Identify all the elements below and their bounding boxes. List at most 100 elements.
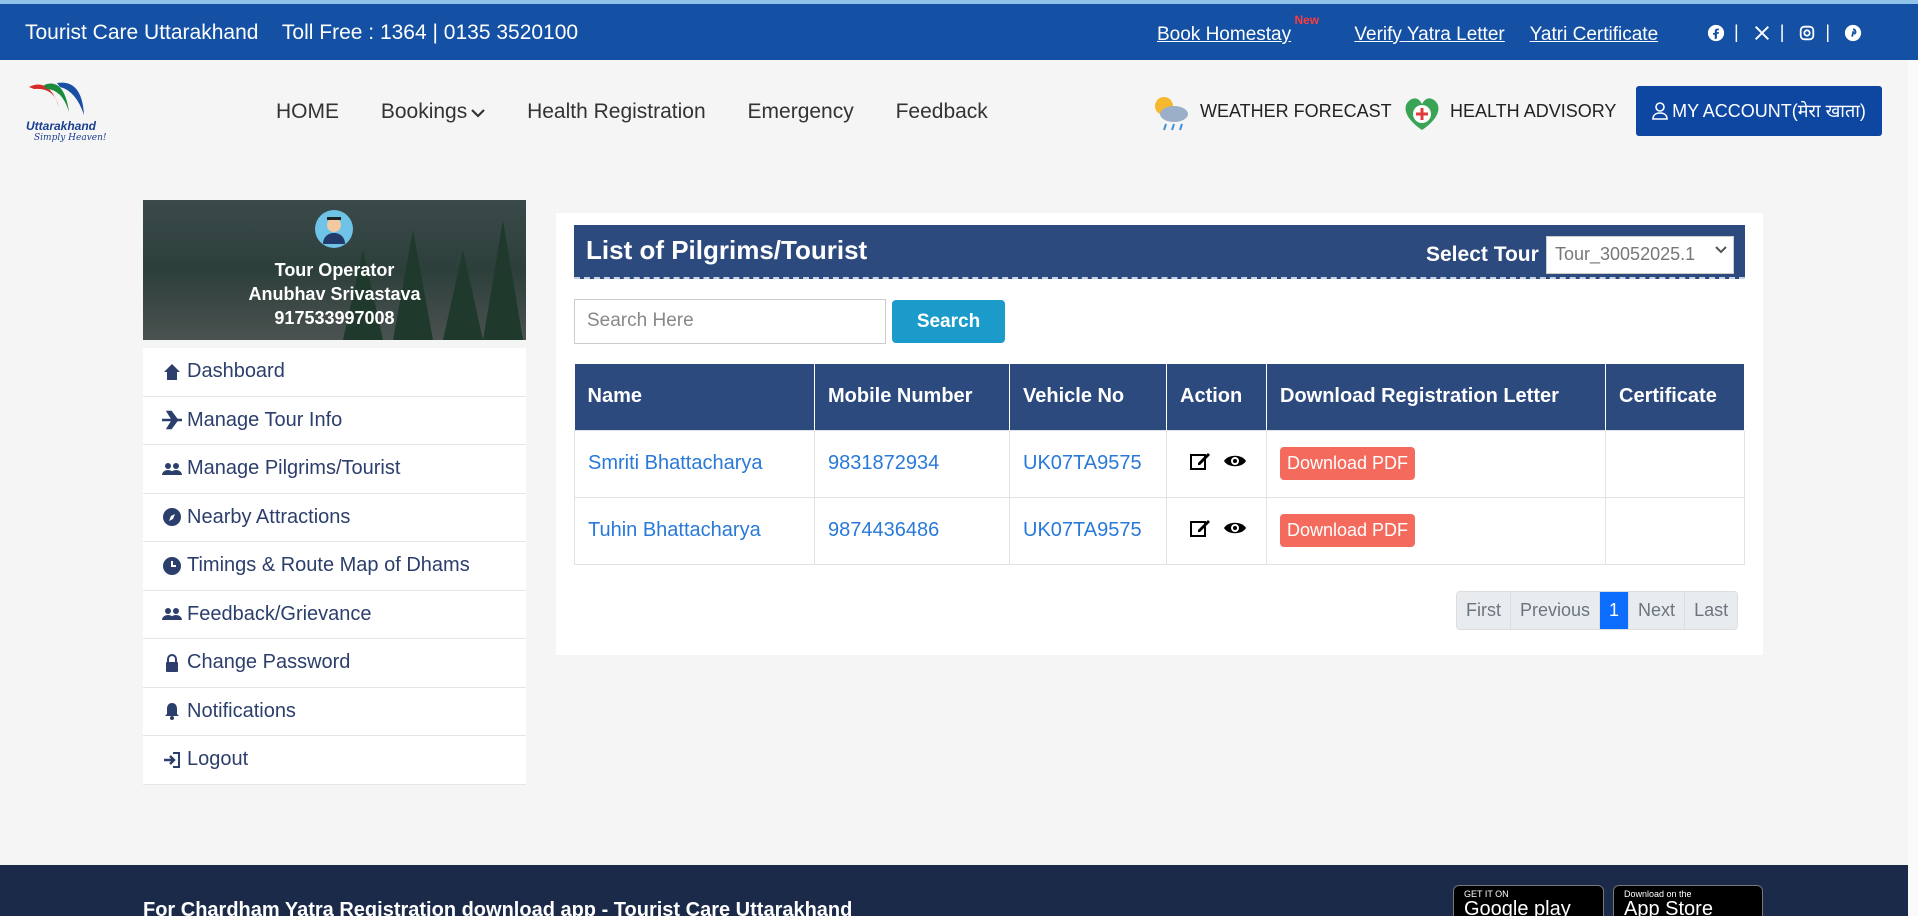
sidebar-item-logout[interactable]: Logout [143,736,526,785]
cell-name[interactable]: Smriti Bhattacharya [574,429,815,498]
compass-icon [161,506,183,528]
cell-certificate [1605,429,1745,498]
nav-home[interactable]: HOME [276,100,339,124]
edit-icon[interactable] [1189,450,1211,472]
lock-icon [161,652,183,674]
top-bar: Tourist Care Uttarakhand Toll Free : 136… [0,0,1918,60]
cell-action [1166,496,1267,565]
sidebar-item-manage-tour-info[interactable]: Manage Tour Info [143,397,526,445]
sidebar-item-timings-route-map[interactable]: Timings & Route Map of Dhams [143,542,526,591]
view-eye-icon[interactable] [1223,450,1247,472]
pilgrims-table: Name Mobile Number Vehicle No Action Dow… [574,364,1745,565]
view-eye-icon[interactable] [1223,517,1247,539]
brand-block: Tourist Care Uttarakhand Toll Free : 136… [25,21,596,45]
cell-download: Download PDF [1266,429,1606,498]
col-action[interactable]: Action [1166,364,1267,430]
sidebar-item-manage-pilgrims[interactable]: Manage Pilgrims/Tourist [143,445,526,494]
download-pdf-button[interactable]: Download PDF [1280,514,1416,547]
pager-next[interactable]: Next [1629,592,1686,629]
health-advisory-link[interactable]: HEALTH ADVISORY [1398,88,1616,141]
app-store-badge[interactable]: Download on the App Store [1613,885,1763,916]
nav-feedback[interactable]: Feedback [896,100,988,124]
my-account-button[interactable]: MY ACCOUNT(मेरा खाता) [1636,86,1882,136]
my-account-label: MY ACCOUNT(मेरा खाता) [1672,101,1866,121]
col-vehicle[interactable]: Vehicle No [1009,364,1167,430]
pager-last[interactable]: Last [1685,592,1738,629]
edit-icon[interactable] [1189,517,1211,539]
user-icon [1652,102,1668,120]
sidebar-menu: Dashboard Manage Tour Info Manage Pilgri… [143,348,526,785]
nav-health-registration[interactable]: Health Registration [527,100,706,124]
health-heart-icon [1405,98,1439,130]
x-icon[interactable] [1753,22,1771,43]
cell-mobile[interactable]: 9831872934 [814,429,1010,498]
col-certificate[interactable]: Certificate [1605,364,1745,430]
main-nav: HOME Bookings Health Registration Emerge… [276,100,1024,124]
verify-yatra-letter-link[interactable]: Verify Yatra Letter [1354,24,1504,45]
cell-mobile[interactable]: 9874436486 [814,496,1010,565]
footer: For Chardham Yatra Registration download… [0,865,1918,916]
book-homestay-link[interactable]: Book Homestay New [1157,13,1319,45]
sidebar-item-feedback-grievance[interactable]: Feedback/Grievance [143,591,526,639]
page-title: List of Pilgrims/Tourist [586,235,868,265]
col-name[interactable]: Name [574,364,815,430]
logo-text: Uttarakhand [26,119,97,133]
cell-download: Download PDF [1266,496,1606,565]
main-header: Uttarakhand Simply Heaven! HOME Bookings… [0,60,1918,170]
weather-icon [1155,97,1188,131]
sidebar-item-nearby-attractions[interactable]: Nearby Attractions [143,494,526,542]
cell-name[interactable]: Tuhin Bhattacharya [574,496,815,565]
chevron-down-icon [1715,246,1727,254]
weather-forecast-link[interactable]: WEATHER FORECAST [1148,88,1392,141]
yatri-certificate-link[interactable]: Yatri Certificate [1530,24,1658,45]
clock-icon [161,555,183,577]
chevron-down-icon [471,109,486,118]
avatar [315,210,353,248]
profile-phone: 917533997008 [274,308,395,328]
users-icon [161,603,183,625]
pagination: First Previous 1 Next Last [1456,591,1739,630]
bell-icon [161,700,183,722]
cell-vehicle[interactable]: UK07TA9575 [1009,496,1167,565]
instagram-icon[interactable] [1798,22,1816,43]
facebook-icon[interactable] [1707,22,1725,43]
col-download[interactable]: Download Registration Letter [1266,364,1606,430]
pager-previous[interactable]: Previous [1511,592,1601,629]
nav-emergency[interactable]: Emergency [748,100,854,124]
table-row: Tuhin Bhattacharya 9874436486 UK07TA9575… [574,496,1745,565]
health-label: HEALTH ADVISORY [1450,101,1617,121]
profile-role: Tour Operator [274,260,395,280]
col-mobile[interactable]: Mobile Number [814,364,1010,430]
search-button[interactable]: Search [892,300,1005,343]
pager-page-1[interactable]: 1 [1600,592,1630,629]
google-play-badge[interactable]: GET IT ON Google play [1453,885,1604,916]
sidebar-item-change-password[interactable]: Change Password [143,639,526,688]
select-tour-label: Select Tour [1426,243,1539,266]
profile-name: Anubhav Srivastava [248,284,421,304]
tour-select[interactable]: Tour_30052025.1 [1546,236,1734,274]
cell-vehicle[interactable]: UK07TA9575 [1009,429,1167,498]
sidebar-item-dashboard[interactable]: Dashboard [143,348,526,397]
plane-icon [161,409,183,431]
nav-bookings[interactable]: Bookings [381,100,486,124]
search-input[interactable]: Search Here [574,299,886,344]
tour-select-value: Tour_30052025.1 [1555,244,1696,264]
logo-tagline: Simply Heaven! [34,133,107,143]
logo-swoosh-icon [29,82,84,115]
logout-icon [161,749,183,771]
top-links: Book Homestay New Verify Yatra Letter Yat… [1157,13,1678,46]
sidebar-item-notifications[interactable]: Notifications [143,688,526,736]
pager-first[interactable]: First [1457,592,1511,629]
footer-app-text: For Chardham Yatra Registration download… [143,899,853,916]
uttarakhand-logo[interactable]: Uttarakhand Simply Heaven! [24,77,119,152]
pinterest-icon[interactable] [1844,22,1862,43]
social-links: | | | [1698,22,1871,43]
toll-free: Toll Free : 1364 | 0135 3520100 [281,21,579,44]
profile-card: Tour Operator Anubhav Srivastava 9175339… [143,200,526,340]
search-placeholder: Search Here [587,310,694,331]
download-pdf-button[interactable]: Download PDF [1280,447,1416,480]
scrollbar[interactable] [1908,60,1918,916]
profile-details: Tour Operator Anubhav Srivastava 9175339… [143,258,526,330]
cell-action [1166,429,1267,498]
brand-name: Tourist Care Uttarakhand [25,21,259,44]
